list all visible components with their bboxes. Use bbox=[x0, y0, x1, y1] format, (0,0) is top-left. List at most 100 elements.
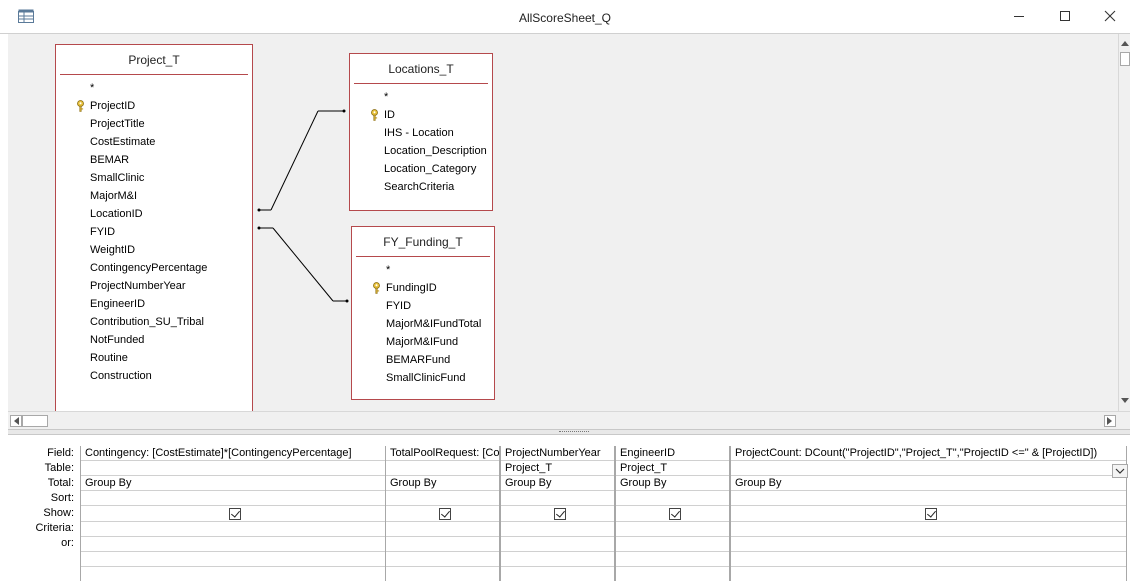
grid-cell-or[interactable] bbox=[731, 537, 1126, 552]
maximize-button[interactable] bbox=[1054, 6, 1076, 28]
table-project-t[interactable]: Project_T * ProjectID ProjectTitle CostEsti… bbox=[55, 44, 253, 411]
grid-cell-extra2[interactable] bbox=[81, 567, 385, 581]
table-fy-funding-t[interactable]: FY_Funding_T * FundingID FYID MajorM&IFundT… bbox=[351, 226, 495, 400]
grid-cell-extra1[interactable] bbox=[501, 552, 614, 567]
field-item[interactable]: Routine bbox=[56, 349, 252, 367]
grid-cell-criteria[interactable] bbox=[501, 522, 614, 537]
show-checkbox[interactable] bbox=[438, 507, 451, 520]
grid-cell-criteria[interactable] bbox=[81, 522, 385, 537]
horizontal-scrollbar[interactable] bbox=[8, 411, 1130, 429]
field-item[interactable]: Location_Description bbox=[350, 142, 492, 160]
grid-cell-total[interactable]: Group By bbox=[81, 476, 385, 491]
vertical-scrollbar[interactable] bbox=[1118, 34, 1130, 411]
grid-cell-criteria[interactable] bbox=[616, 522, 729, 537]
grid-cell-field[interactable]: ProjectCount: DCount("ProjectID","Projec… bbox=[731, 446, 1126, 461]
grid-cell-show[interactable] bbox=[386, 506, 499, 522]
field-item[interactable]: FYID bbox=[56, 223, 252, 241]
field-item[interactable]: ID bbox=[350, 106, 492, 124]
pane-splitter[interactable] bbox=[8, 429, 1130, 435]
minimize-button[interactable] bbox=[1008, 6, 1030, 28]
grid-column[interactable]: ProjectNumberYear Project_T Group By bbox=[500, 446, 615, 581]
field-dropdown-button[interactable] bbox=[1112, 464, 1128, 478]
grid-cell-extra2[interactable] bbox=[501, 567, 614, 581]
grid-column[interactable]: ProjectCount: DCount("ProjectID","Projec… bbox=[730, 446, 1127, 581]
field-item[interactable]: CostEstimate bbox=[56, 133, 252, 151]
field-item[interactable]: Contribution_SU_Tribal bbox=[56, 313, 252, 331]
grid-cell-extra2[interactable] bbox=[731, 567, 1126, 581]
scroll-right-icon[interactable] bbox=[1104, 415, 1116, 427]
table-title[interactable]: Locations_T bbox=[350, 54, 492, 80]
field-item[interactable]: Location_Category bbox=[350, 160, 492, 178]
grid-cell-field[interactable]: ProjectNumberYear bbox=[501, 446, 614, 461]
field-item[interactable]: SmallClinicFund bbox=[352, 369, 494, 387]
horizontal-scroll-thumb[interactable] bbox=[22, 415, 48, 427]
grid-cell-total[interactable]: Group By bbox=[616, 476, 729, 491]
show-checkbox[interactable] bbox=[229, 507, 241, 520]
field-item[interactable]: IHS - Location bbox=[350, 124, 492, 142]
grid-cell-show[interactable] bbox=[81, 506, 385, 522]
field-item[interactable]: FYID bbox=[352, 297, 494, 315]
grid-cell-field[interactable]: EngineerID bbox=[616, 446, 729, 461]
field-item[interactable]: SearchCriteria bbox=[350, 178, 492, 196]
grid-cell-or[interactable] bbox=[386, 537, 499, 552]
grid-cell-show[interactable] bbox=[501, 506, 614, 522]
grid-cell-table[interactable] bbox=[386, 461, 499, 476]
field-item[interactable]: FundingID bbox=[352, 279, 494, 297]
grid-cell-criteria[interactable] bbox=[731, 522, 1126, 537]
show-checkbox[interactable] bbox=[553, 507, 566, 520]
grid-cell-criteria[interactable] bbox=[386, 522, 499, 537]
scroll-up-icon[interactable] bbox=[1120, 38, 1130, 48]
grid-cell-total[interactable]: Group By bbox=[731, 476, 1126, 491]
table-title[interactable]: FY_Funding_T bbox=[352, 227, 494, 253]
grid-cell-extra1[interactable] bbox=[386, 552, 499, 567]
grid-cell-sort[interactable] bbox=[81, 491, 385, 506]
grid-cell-total[interactable]: Group By bbox=[501, 476, 614, 491]
field-item[interactable]: * bbox=[56, 79, 252, 97]
field-item[interactable]: ProjectNumberYear bbox=[56, 277, 252, 295]
grid-cell-or[interactable] bbox=[501, 537, 614, 552]
grid-cell-table[interactable]: Project_T bbox=[616, 461, 729, 476]
grid-cell-table[interactable]: Project_T bbox=[501, 461, 614, 476]
field-item[interactable]: ProjectTitle bbox=[56, 115, 252, 133]
grid-cell-field[interactable]: Contingency: [CostEstimate]*[Contingency… bbox=[81, 446, 385, 461]
grid-cell-extra2[interactable] bbox=[386, 567, 499, 581]
grid-cell-total[interactable]: Group By bbox=[386, 476, 499, 491]
field-item[interactable]: * bbox=[350, 88, 492, 106]
table-locations-t[interactable]: Locations_T * ID IHS - Location Location_De… bbox=[349, 53, 493, 211]
query-design-area[interactable]: Project_T * ProjectID ProjectTitle CostEsti… bbox=[8, 34, 1118, 411]
grid-cell-show[interactable] bbox=[731, 506, 1126, 522]
field-item[interactable]: NotFunded bbox=[56, 331, 252, 349]
field-item[interactable]: MajorM&IFund bbox=[352, 333, 494, 351]
scroll-left-icon[interactable] bbox=[10, 415, 22, 427]
splitter-grip-icon[interactable] bbox=[559, 431, 589, 433]
grid-cell-sort[interactable] bbox=[501, 491, 614, 506]
grid-cell-table[interactable] bbox=[81, 461, 385, 476]
grid-column[interactable]: Contingency: [CostEstimate]*[Contingency… bbox=[80, 446, 386, 581]
field-item[interactable]: MajorM&IFundTotal bbox=[352, 315, 494, 333]
table-title[interactable]: Project_T bbox=[56, 45, 252, 71]
field-item[interactable]: EngineerID bbox=[56, 295, 252, 313]
field-item[interactable]: BEMARFund bbox=[352, 351, 494, 369]
grid-cell-or[interactable] bbox=[616, 537, 729, 552]
grid-column[interactable]: EngineerID Project_T Group By bbox=[615, 446, 730, 581]
grid-cell-sort[interactable] bbox=[386, 491, 499, 506]
grid-cell-or[interactable] bbox=[81, 537, 385, 552]
grid-cell-field[interactable]: TotalPoolRequest: [CostEstimate] bbox=[386, 446, 499, 461]
field-item[interactable]: ContingencyPercentage bbox=[56, 259, 252, 277]
field-item[interactable]: WeightID bbox=[56, 241, 252, 259]
field-item[interactable]: * bbox=[352, 261, 494, 279]
show-checkbox[interactable] bbox=[924, 507, 937, 520]
query-design-grid[interactable]: Field: Table: Total: Sort: Show: Criteria: or:… bbox=[0, 436, 1130, 581]
grid-cell-extra1[interactable] bbox=[81, 552, 385, 567]
grid-cell-extra1[interactable] bbox=[731, 552, 1126, 567]
close-button[interactable] bbox=[1099, 6, 1121, 28]
grid-cell-extra1[interactable] bbox=[616, 552, 729, 567]
scroll-down-icon[interactable] bbox=[1120, 396, 1130, 406]
field-item[interactable]: Construction bbox=[56, 367, 252, 385]
grid-cell-extra2[interactable] bbox=[616, 567, 729, 581]
grid-cell-show[interactable] bbox=[616, 506, 729, 522]
show-checkbox[interactable] bbox=[668, 507, 681, 520]
vertical-scroll-thumb[interactable] bbox=[1120, 52, 1130, 66]
field-item[interactable]: MajorM&I bbox=[56, 187, 252, 205]
field-item[interactable]: BEMAR bbox=[56, 151, 252, 169]
